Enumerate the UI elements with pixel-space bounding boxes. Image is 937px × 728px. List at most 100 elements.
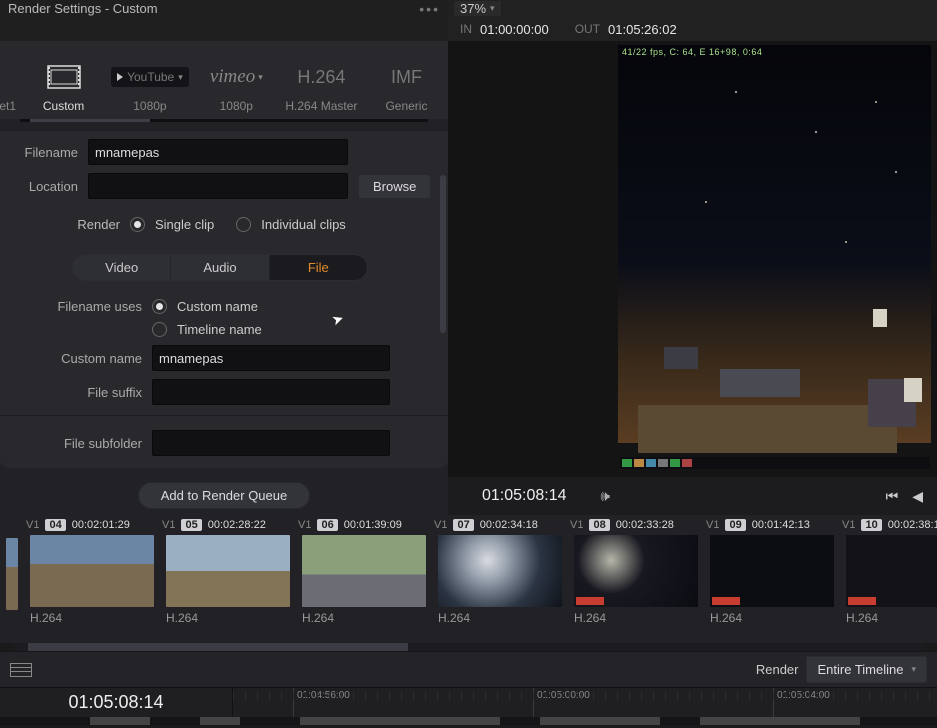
- preset-item-vimeo[interactable]: vimeo▾ 1080p: [195, 55, 278, 113]
- queue-tc: 00:02:34:18: [480, 519, 538, 531]
- chevron-down-icon: ▾: [911, 664, 916, 675]
- render-label: Render: [4, 217, 120, 232]
- customname-input[interactable]: [152, 345, 390, 371]
- queue-tc: 00:02:33:28: [616, 519, 674, 531]
- film-icon: [47, 63, 81, 91]
- queue-index: 07: [453, 519, 473, 531]
- queue-thumbnail: [302, 535, 426, 607]
- timeline-view-icon[interactable]: [10, 663, 32, 677]
- out-label: OUT: [575, 22, 600, 36]
- preset-strip: set1 Custom YouTube▾ 1080p vimeo▾ 1080p: [0, 41, 448, 119]
- bottom-toolbar: Render Entire Timeline ▾: [0, 651, 937, 687]
- queue-thumbnail: [846, 535, 937, 607]
- preset-scrollbar[interactable]: [20, 119, 428, 122]
- preset-sub: 1080p: [220, 99, 253, 113]
- preset-item-h264[interactable]: H.264 H.264 Master: [280, 55, 363, 113]
- queue-tc: 00:01:39:09: [344, 519, 402, 531]
- in-timecode[interactable]: 01:00:00:00: [480, 22, 549, 37]
- settings-scrollbar[interactable]: [440, 173, 446, 499]
- location-label: Location: [4, 179, 78, 194]
- location-input[interactable]: [88, 173, 348, 199]
- queue-item[interactable]: V1 09 00:01:42:13 H.264: [706, 519, 836, 641]
- single-clip-label: Single clip: [155, 217, 214, 232]
- browse-button[interactable]: Browse: [358, 174, 431, 199]
- queue-thumbnail: [574, 535, 698, 607]
- individual-clips-radio[interactable]: [236, 217, 251, 232]
- queue-index: 08: [589, 519, 609, 531]
- preset-item-imf[interactable]: IMF Generic: [365, 55, 448, 113]
- queue-tc: 00:02:01:29: [72, 519, 130, 531]
- settings-tabs: Video Audio File: [72, 254, 368, 281]
- timeline-strip[interactable]: [0, 717, 937, 725]
- individual-clips-label: Individual clips: [261, 217, 346, 232]
- filesuffix-input[interactable]: [152, 379, 390, 405]
- preset-item-custom[interactable]: Custom: [22, 55, 105, 113]
- filenameuses-label: Filename uses: [4, 299, 142, 314]
- queue-tc: 00:02:28:22: [208, 519, 266, 531]
- youtube-label: YouTube: [127, 70, 174, 84]
- step-back-button[interactable]: ◀: [912, 488, 923, 505]
- in-label: IN: [460, 22, 472, 36]
- queue-track: V1: [706, 519, 719, 531]
- queue-codec: H.264: [710, 611, 836, 625]
- youtube-icon: YouTube▾: [111, 63, 189, 91]
- queue-thumbnail: [438, 535, 562, 607]
- queue-codec: H.264: [574, 611, 700, 625]
- prev-clip-button[interactable]: ⏮: [886, 488, 899, 505]
- add-to-render-queue-button[interactable]: Add to Render Queue: [138, 482, 310, 509]
- queue-item[interactable]: V10700:02:34:18 H.264: [434, 519, 564, 641]
- window-titlebar: Render Settings - Custom •••: [0, 0, 448, 17]
- queue-item[interactable]: V1 04 00:02:01:29 H.264: [26, 519, 156, 641]
- preset-item-youtube[interactable]: YouTube▾ 1080p: [107, 55, 193, 113]
- viewer-timecode: 01:05:08:14: [482, 487, 567, 505]
- queue-scrollbar[interactable]: [14, 643, 923, 651]
- preset-item-prev[interactable]: set1: [0, 55, 20, 113]
- window-menu-icon[interactable]: •••: [419, 1, 440, 17]
- vimeo-icon: vimeo▾: [210, 63, 263, 91]
- viewer-overlay-text: 41/22 fps, C: 64, E 16+98, 0:64: [622, 47, 762, 57]
- render-scope-value: Entire Timeline: [817, 662, 903, 677]
- out-timecode[interactable]: 01:05:26:02: [608, 22, 677, 37]
- queue-codec: H.264: [30, 611, 156, 625]
- queue-index: 09: [725, 519, 745, 531]
- ruler-timecode: 01:05:08:14: [0, 692, 232, 713]
- queue-index: 04: [45, 519, 65, 531]
- timeline-ruler[interactable]: 01:05:08:14 01:04:56:0001:05:00:0001:05:…: [0, 687, 937, 717]
- speaker-icon[interactable]: 🕪: [601, 488, 610, 505]
- viewer-taskbar: [620, 457, 930, 469]
- queue-track: V1: [298, 519, 311, 531]
- render-scope-select[interactable]: Entire Timeline ▾: [806, 656, 927, 683]
- queue-codec: H.264: [846, 611, 937, 625]
- queue-track: V1: [434, 519, 447, 531]
- queue-tc: 00:02:38:14: [888, 519, 937, 531]
- tab-file[interactable]: File: [270, 255, 367, 280]
- queue-item-partial[interactable]: [2, 519, 20, 641]
- customname-radio[interactable]: [152, 299, 167, 314]
- imf-icon: IMF: [391, 63, 422, 91]
- queue-thumbnail: [710, 535, 834, 607]
- chevron-down-icon: ▾: [490, 3, 495, 14]
- timelinename-opt-label: Timeline name: [177, 322, 262, 337]
- queue-thumbnail: [166, 535, 290, 607]
- queue-track: V1: [26, 519, 39, 531]
- queue-codec: H.264: [166, 611, 292, 625]
- zoom-select[interactable]: 37% ▾: [454, 1, 501, 16]
- queue-item[interactable]: V10800:02:33:28 H.264: [570, 519, 700, 641]
- render-queue: V10400:02:01:29 H.264V10500:02:28:22 H.2…: [0, 515, 937, 643]
- single-clip-radio[interactable]: [130, 217, 145, 232]
- queue-item[interactable]: V10500:02:28:22 H.264: [162, 519, 292, 641]
- filename-label: Filename: [4, 145, 78, 160]
- tab-audio[interactable]: Audio: [171, 255, 269, 280]
- filename-input[interactable]: [88, 139, 348, 165]
- queue-item[interactable]: V10600:01:39:09 H.264: [298, 519, 428, 641]
- queue-codec: H.264: [302, 611, 428, 625]
- preset-sub: Custom: [43, 99, 84, 113]
- viewer[interactable]: 41/22 fps, C: 64, E 16+98, 0:64: [448, 41, 937, 477]
- zoom-value: 37%: [460, 1, 486, 16]
- filesubfolder-input[interactable]: [152, 430, 390, 456]
- queue-tc: 00:01:42:13: [752, 519, 810, 531]
- timelinename-radio[interactable]: [152, 322, 167, 337]
- window-title: Render Settings - Custom: [8, 1, 158, 16]
- queue-item[interactable]: V11000:02:38:14 H.264: [842, 519, 937, 641]
- tab-video[interactable]: Video: [73, 255, 171, 280]
